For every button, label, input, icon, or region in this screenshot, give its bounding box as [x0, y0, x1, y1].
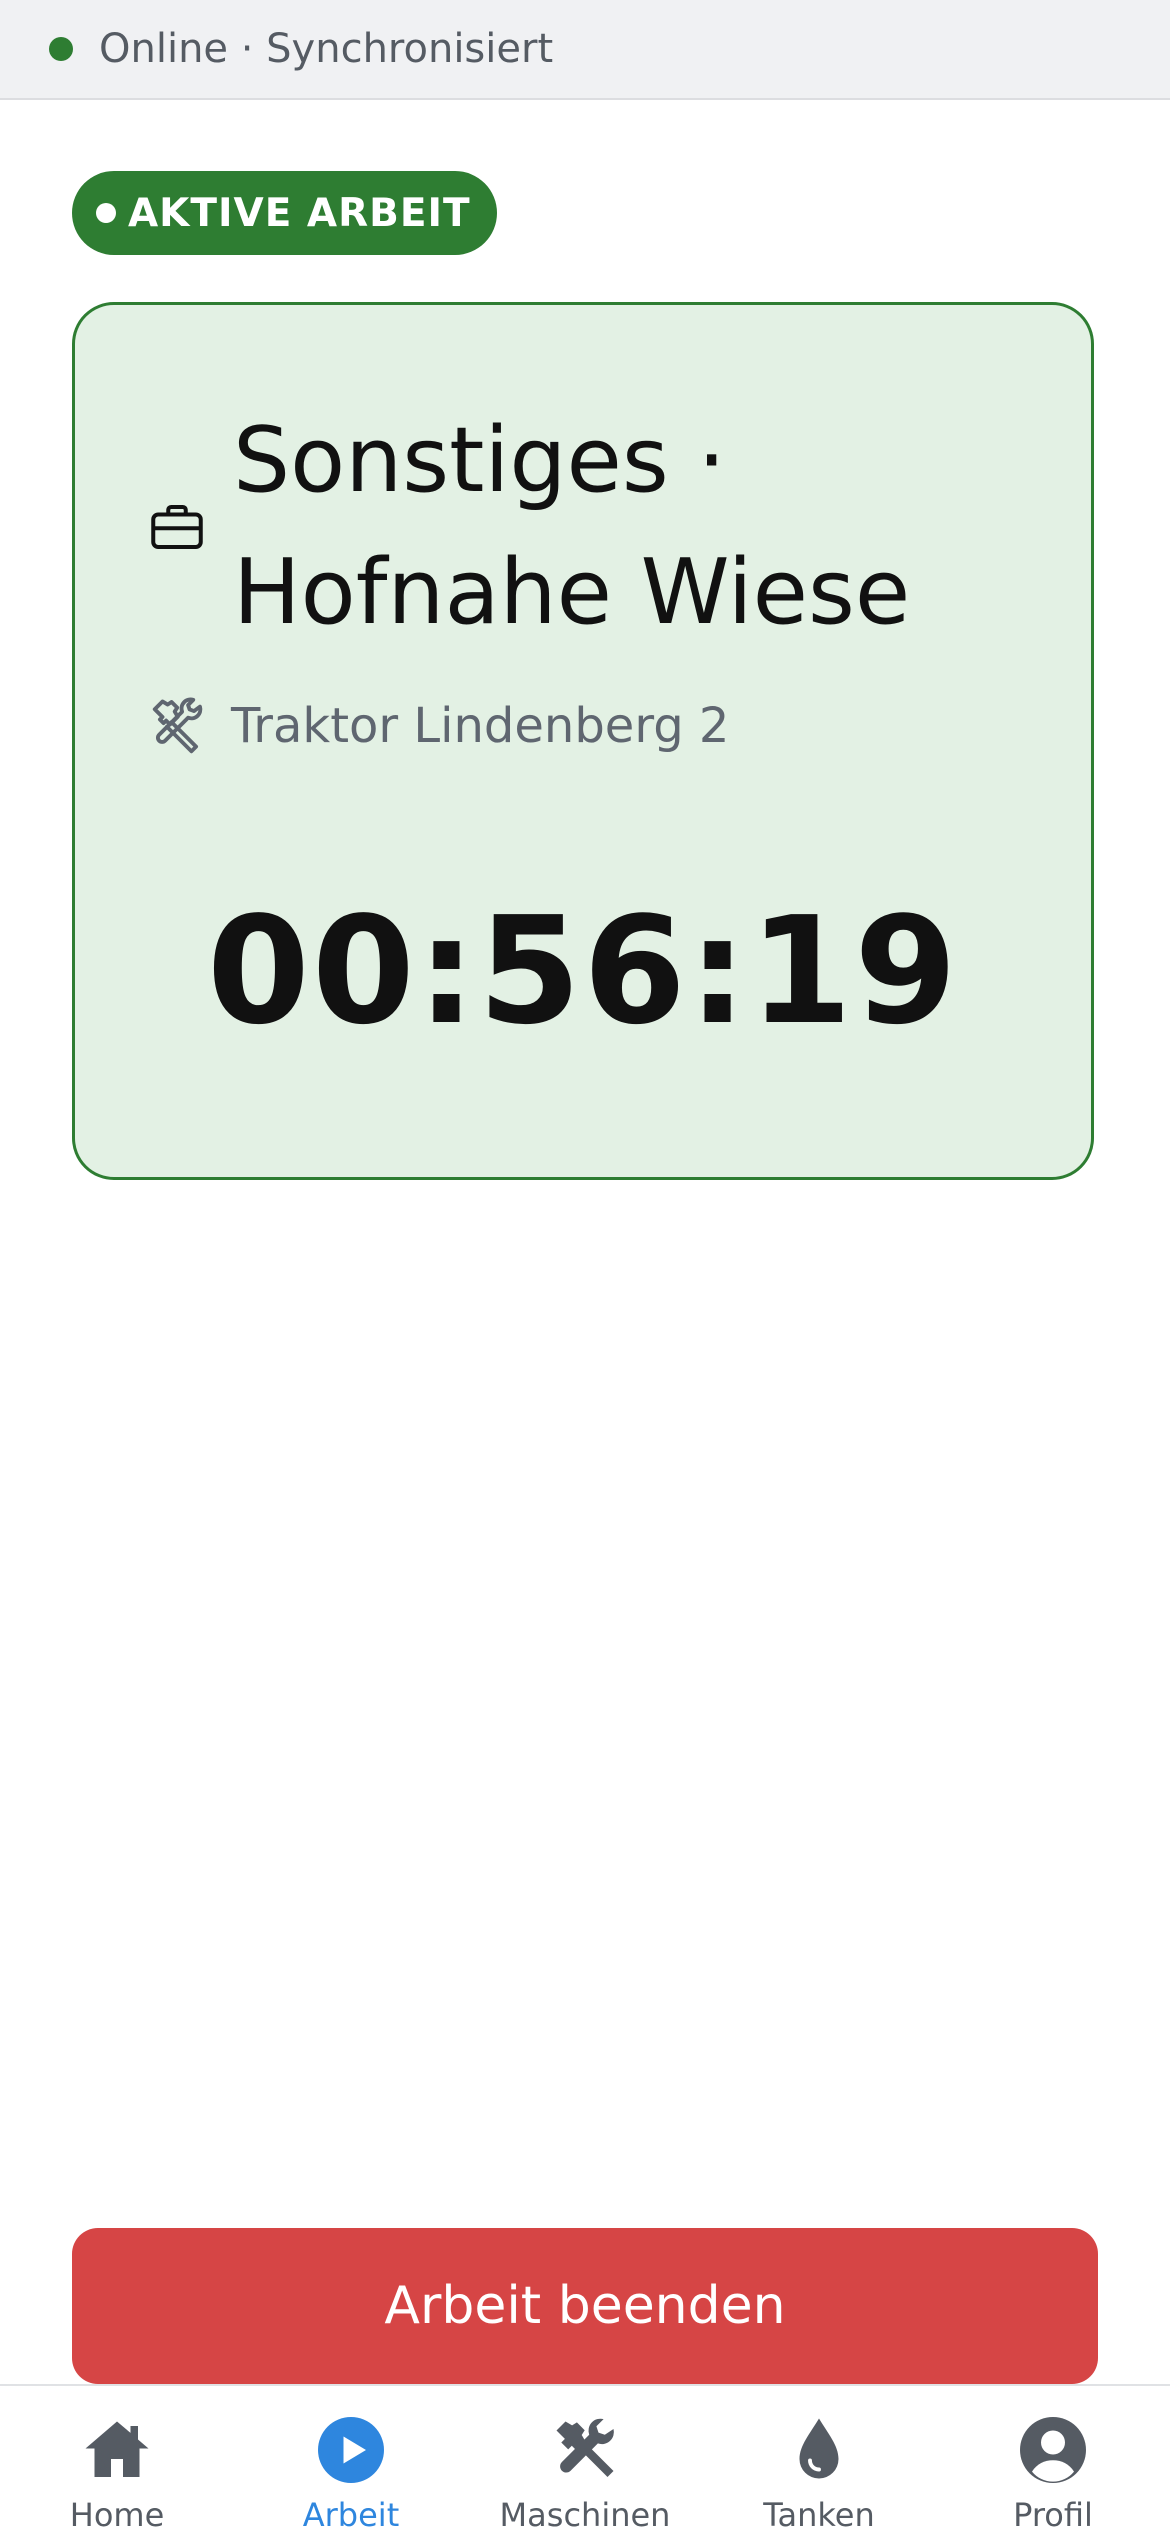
tab-maschinen-label: Maschinen: [499, 2496, 671, 2532]
tab-home[interactable]: Home: [0, 2386, 234, 2532]
tab-arbeit-label: Arbeit: [302, 2496, 400, 2532]
machine-row: Traktor Lindenberg 2: [147, 695, 729, 757]
end-work-button[interactable]: Arbeit beenden: [72, 2228, 1098, 2384]
app-screen: Online · Synchronisiert AKTIVE ARBEIT So…: [0, 0, 1170, 2532]
briefcase-icon: [151, 505, 203, 549]
badge-label: AKTIVE ARBEIT: [128, 190, 471, 236]
machine-name: Traktor Lindenberg 2: [231, 698, 730, 754]
active-work-card[interactable]: Sonstiges · Hofnahe Wiese Traktor Linden…: [72, 302, 1094, 1180]
bottom-tab-bar: Home Arbeit Maschinen Tanken Profil: [0, 2384, 1170, 2532]
badge-dot: [96, 203, 116, 223]
online-indicator-dot: [49, 37, 73, 61]
tab-arbeit[interactable]: Arbeit: [234, 2386, 468, 2532]
tools-icon: [152, 697, 203, 754]
tab-tanken-label: Tanken: [763, 2496, 875, 2532]
work-timer: 00:56:19: [206, 885, 960, 1057]
drop-icon: [799, 2418, 839, 2479]
work-title: Sonstiges · Hofnahe Wiese: [233, 408, 911, 645]
tab-tanken[interactable]: Tanken: [702, 2386, 936, 2532]
play-icon: [318, 2417, 384, 2483]
tab-maschinen[interactable]: Maschinen: [468, 2386, 702, 2532]
tools-icon: [556, 2418, 614, 2477]
tab-profil[interactable]: Profil: [936, 2386, 1170, 2532]
work-title-row: Sonstiges · Hofnahe Wiese: [147, 395, 1013, 659]
tab-home-label: Home: [69, 2496, 165, 2532]
home-icon: [85, 2421, 149, 2477]
sync-status-text: Online · Synchronisiert: [99, 26, 554, 72]
sync-status-bar: Online · Synchronisiert: [0, 0, 1170, 100]
tab-profil-label: Profil: [1013, 2496, 1093, 2532]
user-icon: [1020, 2417, 1086, 2483]
active-work-badge: AKTIVE ARBEIT: [72, 171, 497, 255]
